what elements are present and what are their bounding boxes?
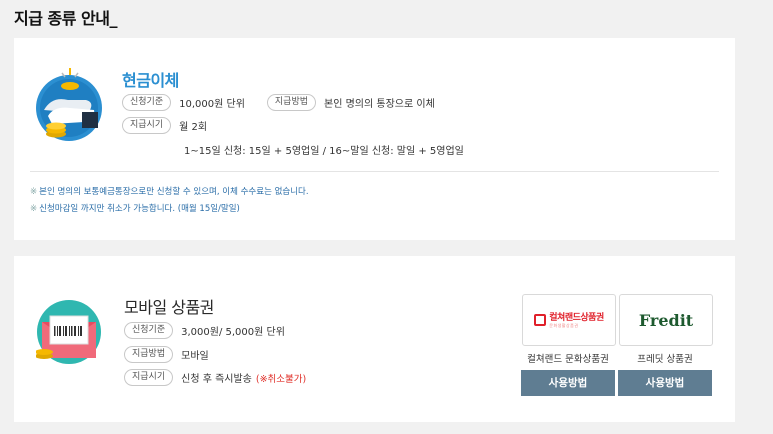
mobile-gift-card-icon <box>35 292 102 370</box>
payment-time-value: 신청 후 즉시발송 <box>181 374 252 385</box>
voucher-row-apply-criteria: 신청기준 3,000원/ 5,000원 단위 <box>124 322 285 339</box>
apply-criteria-tag: 신청기준 <box>124 322 174 339</box>
cash-note: ※ 신청마감일 까지만 취소가 가능합니다. (매월 15일/말일) <box>30 204 240 214</box>
fredit-logo: Fredit <box>638 310 694 330</box>
cultureland-mark-icon <box>534 314 547 326</box>
fredit-label: 프레딧 상품권 <box>637 354 693 365</box>
payment-time-tag: 지급시기 <box>122 117 172 134</box>
cultureland-label: 컬쳐랜드 문화상품권 <box>527 354 609 365</box>
cash-transfer-title: 현금이체 <box>122 71 179 90</box>
cash-note: ※ 본인 명의의 보통예금통장으로만 신청할 수 있으며, 이체 수수료는 없습니… <box>30 187 309 197</box>
page-title: 지급 종류 안내_ <box>14 9 117 28</box>
hand-coins-icon <box>34 66 104 148</box>
cultureland-logo-box: 컬쳐랜드상품권 문화생활상품권 <box>522 294 616 346</box>
cash-row-apply-criteria: 신청기준 10,000원 단위 지급방법 본인 명의의 통장으로 이체 <box>122 94 435 111</box>
mobile-voucher-title: 모바일 상품권 <box>124 298 214 317</box>
no-cancel-warning: (※취소불가) <box>255 373 307 385</box>
voucher-row-payment-time: 지급시기 신청 후 즉시발송 (※취소불가) <box>124 369 306 386</box>
voucher-row-payment-method: 지급방법 모바일 <box>124 346 209 363</box>
payment-method-tag: 지급방법 <box>124 346 174 363</box>
cash-row-payment-time: 지급시기 월 2회 <box>122 117 207 134</box>
apply-criteria-tag: 신청기준 <box>122 94 172 111</box>
payment-time-tag: 지급시기 <box>124 369 174 386</box>
mobile-voucher-card: 모바일 상품권 신청기준 3,000원/ 5,000원 단위 지급방법 모바일 … <box>14 256 735 422</box>
fredit-usage-button[interactable]: 사용방법 <box>618 370 712 396</box>
note-mark: ※ <box>30 204 38 214</box>
apply-criteria-value: 3,000원/ 5,000원 단위 <box>181 327 285 338</box>
cash-schedule-text: 1~15일 신청: 15일 + 5영업일 / 16~말일 신청: 말일 + 5영… <box>184 146 464 157</box>
cultureland-usage-button[interactable]: 사용방법 <box>521 370 615 396</box>
payment-method-value: 본인 명의의 통장으로 이체 <box>324 99 435 110</box>
card-divider <box>30 171 719 172</box>
note-mark: ※ <box>30 187 38 197</box>
payment-method-tag: 지급방법 <box>266 94 317 111</box>
payment-method-value: 모바일 <box>181 351 209 362</box>
payment-time-value: 월 2회 <box>179 122 208 133</box>
cash-transfer-card: 현금이체 신청기준 10,000원 단위 지급방법 본인 명의의 통장으로 이체… <box>14 38 735 240</box>
cultureland-logo: 컬쳐랜드상품권 문화생활상품권 <box>534 313 604 328</box>
apply-criteria-value: 10,000원 단위 <box>179 99 245 110</box>
fredit-logo-box: Fredit <box>619 294 713 346</box>
